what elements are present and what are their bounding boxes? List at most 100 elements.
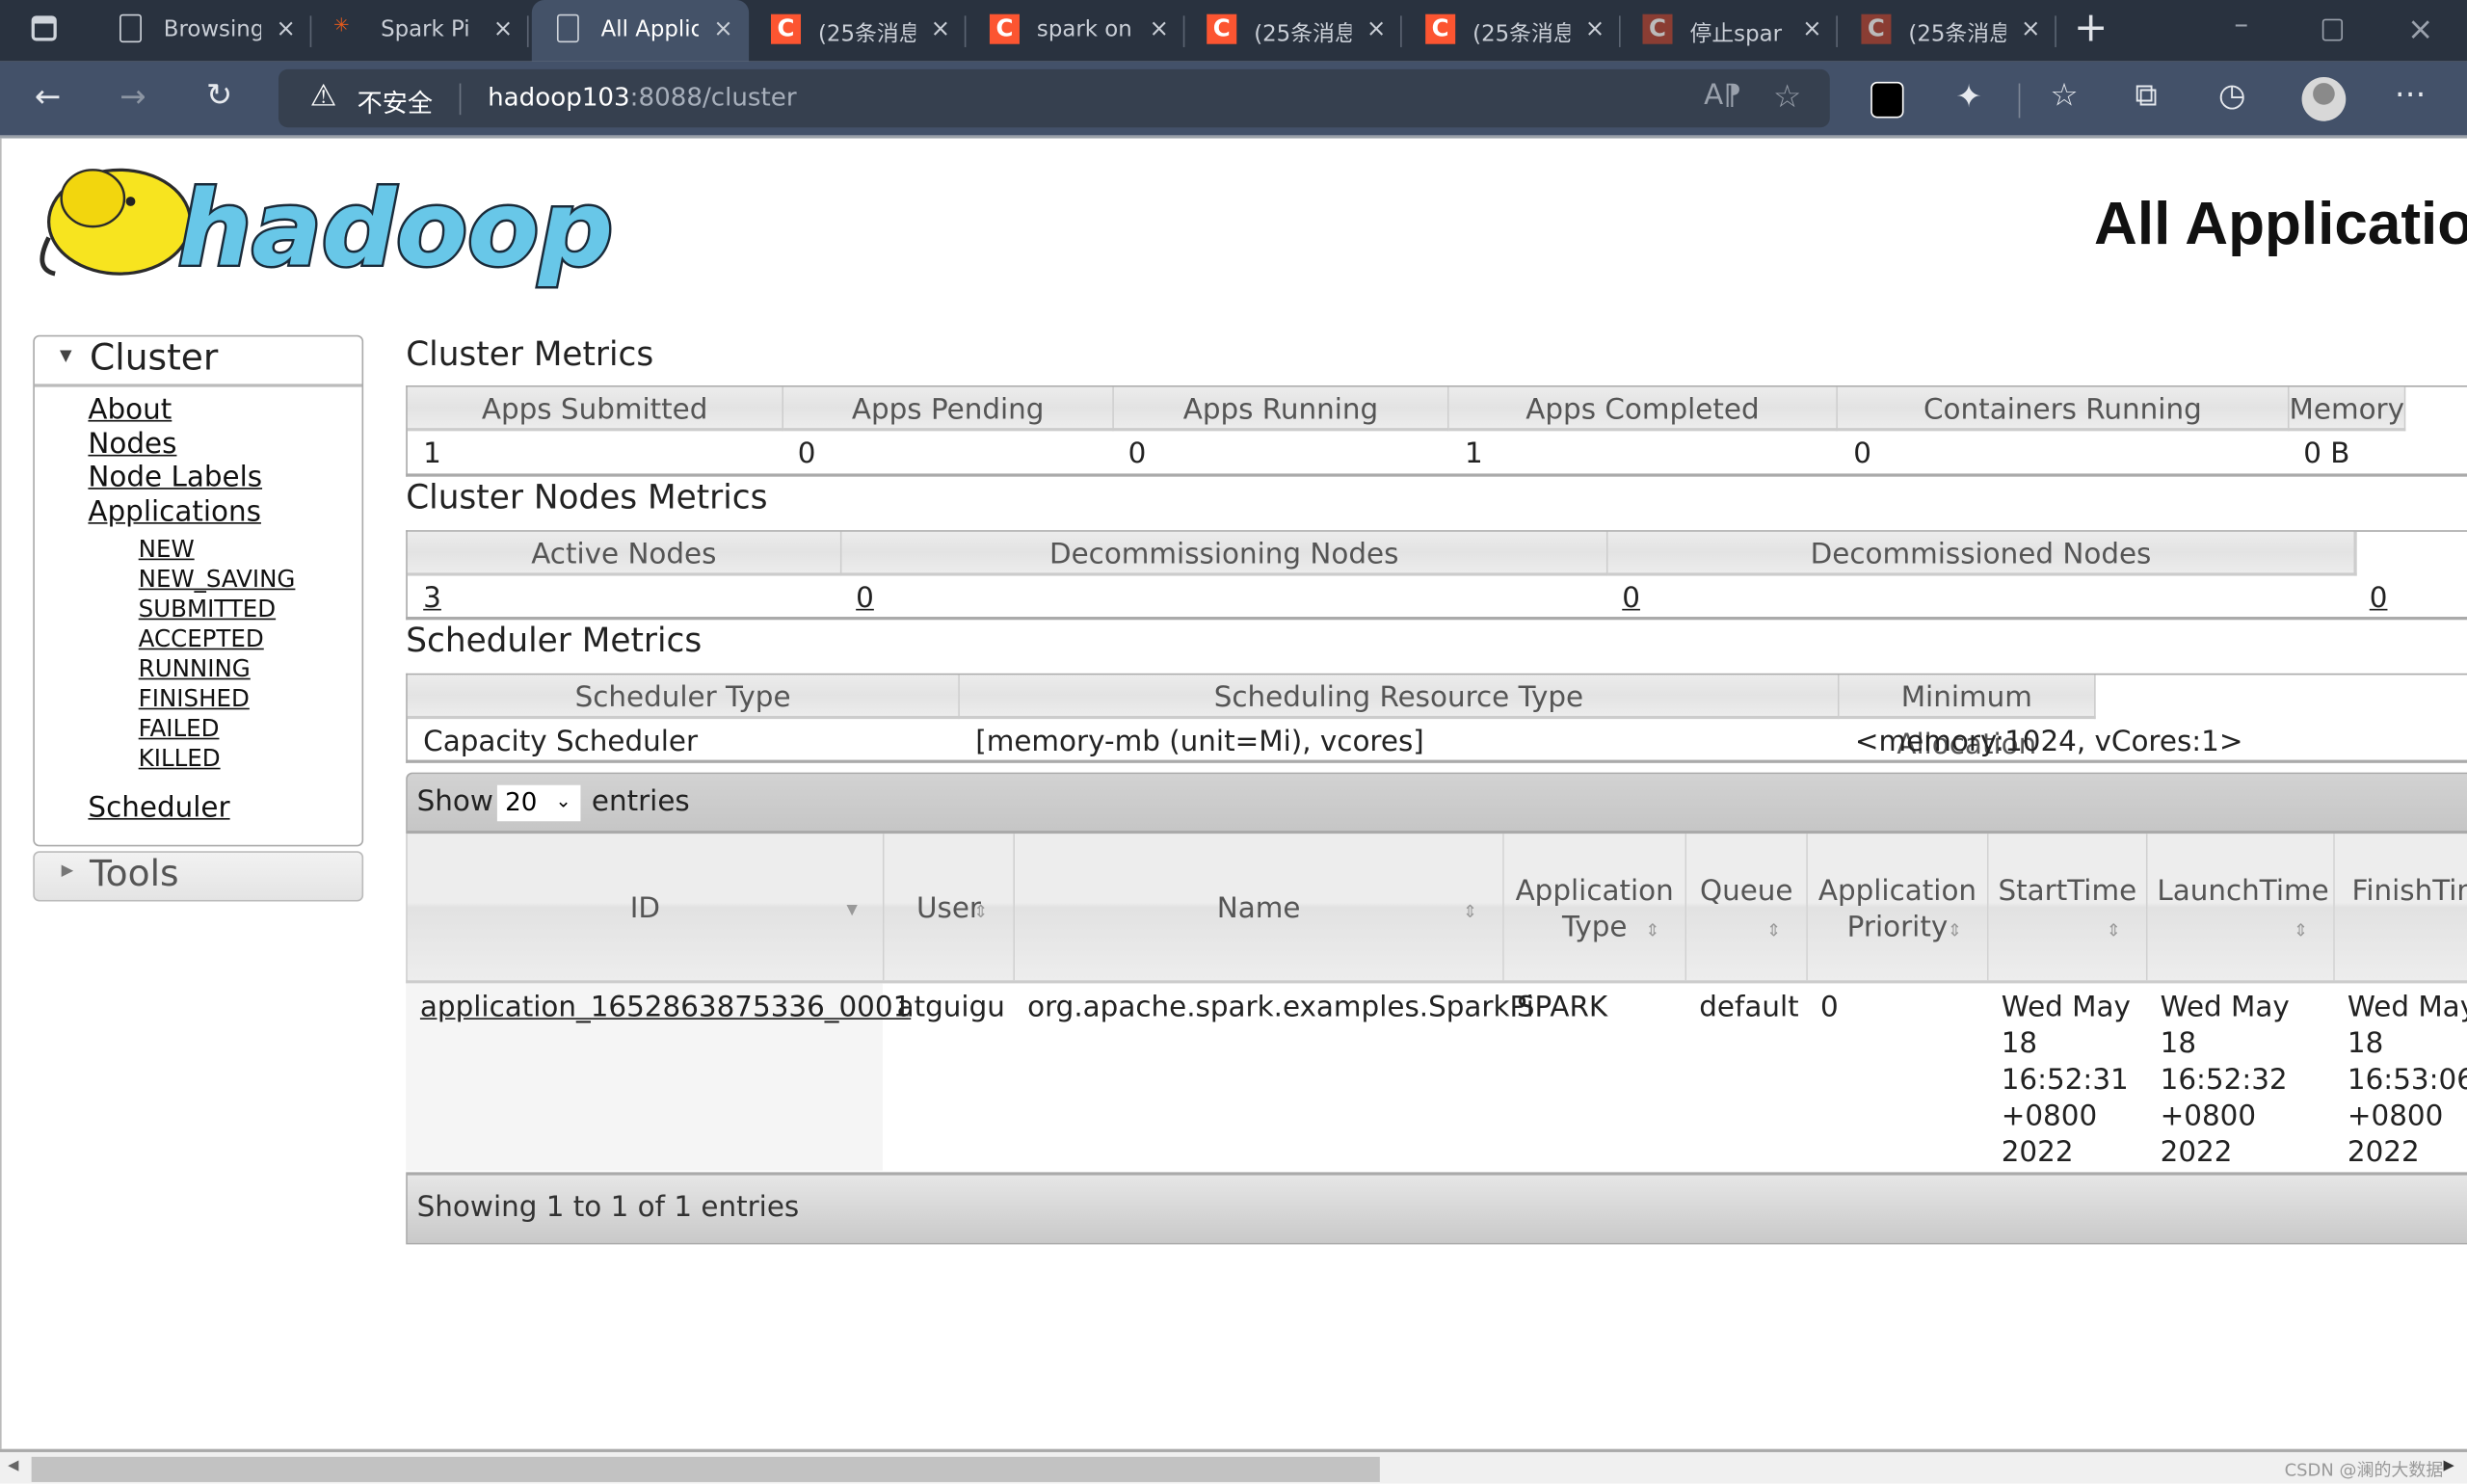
sidebar-link-state-accepted[interactable]: ACCEPTED bbox=[139, 624, 264, 652]
favorites-icon[interactable]: ☆ bbox=[2050, 75, 2078, 113]
security-label[interactable]: 不安全 bbox=[358, 82, 433, 119]
sort-icon[interactable]: ⇕ bbox=[1463, 893, 1477, 930]
tab-2[interactable]: All Applic × bbox=[531, 0, 750, 62]
restore-button[interactable] bbox=[2321, 18, 2344, 41]
sidebar-link-state-failed[interactable]: FAILED bbox=[139, 714, 220, 742]
cluster-header[interactable]: ▼ Cluster bbox=[34, 336, 362, 387]
metric-value-link[interactable]: 0 bbox=[856, 582, 874, 615]
divider bbox=[2018, 83, 2021, 119]
csdn-icon: C bbox=[989, 13, 1020, 44]
address-bar[interactable]: ⚠ 不安全 hadoop103:8088/cluster A⁋ ☆ bbox=[278, 68, 1830, 128]
tab-actions-icon[interactable] bbox=[31, 15, 57, 41]
tab-4[interactable]: Cspark on × bbox=[968, 0, 1185, 62]
sidebar-link-about[interactable]: About bbox=[88, 393, 172, 426]
sort-icon[interactable]: ⇕ bbox=[2294, 913, 2308, 949]
close-tab-icon[interactable]: × bbox=[1150, 14, 1170, 42]
url-host: hadoop103 bbox=[488, 81, 630, 112]
divider bbox=[526, 15, 529, 47]
refresh-icon[interactable]: ↻ bbox=[206, 75, 232, 113]
tab-3[interactable]: C (25条消息 × bbox=[749, 0, 967, 62]
tab-label: spark on bbox=[1036, 16, 1132, 43]
close-tab-icon[interactable]: × bbox=[713, 14, 733, 42]
sidebar-link-state-new_saving[interactable]: NEW_SAVING bbox=[139, 565, 296, 593]
nodes-metrics-title: Cluster Nodes Metrics bbox=[406, 478, 768, 517]
profile-avatar[interactable] bbox=[2301, 76, 2347, 121]
sort-desc-icon[interactable]: ▼ bbox=[846, 893, 857, 930]
warning-icon[interactable]: ⚠ bbox=[310, 79, 337, 114]
tab-0[interactable]: Browsing × bbox=[94, 0, 312, 62]
column-header-id[interactable]: ID ▼ bbox=[407, 834, 885, 981]
sidebar-link-state-submitted[interactable]: SUBMITTED bbox=[139, 595, 276, 623]
close-window-button[interactable]: × bbox=[2407, 10, 2433, 47]
close-tab-icon[interactable]: × bbox=[1585, 14, 1605, 42]
sidebar-link-nodes[interactable]: Nodes bbox=[88, 428, 176, 461]
divider bbox=[1836, 15, 1838, 47]
sidebar-link-scheduler[interactable]: Scheduler bbox=[88, 791, 229, 824]
sidebar-link-state-new[interactable]: NEW bbox=[139, 535, 195, 563]
close-tab-icon[interactable]: × bbox=[2021, 14, 2041, 42]
read-aloud-icon[interactable]: A⁋ bbox=[1704, 79, 1741, 112]
scheduler-metrics-table: Scheduler Type Scheduling Resource Type Mi… bbox=[406, 673, 2467, 763]
tab-6[interactable]: C (25条消息 × bbox=[1403, 0, 1621, 62]
sidebar-link-state-killed[interactable]: KILLED bbox=[139, 744, 221, 772]
sidebar-link-node-labels[interactable]: Node Labels bbox=[88, 461, 262, 493]
table-cell: 0 bbox=[1819, 991, 1839, 1024]
metric-value-link[interactable]: 3 bbox=[423, 582, 441, 615]
column-header-application-type[interactable]: Application Type ⇕ bbox=[1503, 834, 1687, 981]
new-tab-button[interactable]: + bbox=[2074, 5, 2109, 52]
application-id-link[interactable]: application_1652863875336_0001 bbox=[420, 990, 911, 1026]
metric-header: Scheduling Resource Type bbox=[959, 675, 1840, 720]
horizontal-scrollbar[interactable]: ◀ ▶ CSDN @澜的大数据 bbox=[0, 1448, 2467, 1484]
more-icon[interactable]: ⋯ bbox=[2395, 74, 2427, 112]
column-header-queue[interactable]: Queue ⇕ bbox=[1686, 834, 1808, 981]
history-icon[interactable]: ◷ bbox=[2218, 75, 2245, 113]
tab-8[interactable]: C (25条消息 × bbox=[1840, 0, 2056, 62]
forward-icon[interactable]: → bbox=[119, 77, 146, 115]
metric-header: Decommissioning Nodes bbox=[841, 531, 1608, 576]
column-header-finishtime[interactable]: FinishTime⇕ bbox=[2334, 834, 2467, 981]
back-icon[interactable]: ← bbox=[35, 77, 61, 115]
sort-icon[interactable]: ⇕ bbox=[2107, 913, 2121, 949]
extensions-icon[interactable]: ✦ bbox=[1955, 77, 1981, 115]
cluster-label: Cluster bbox=[90, 338, 219, 380]
sidebar-tools[interactable]: ▶ Tools bbox=[33, 851, 364, 902]
sidebar-link-state-running[interactable]: RUNNING bbox=[139, 654, 251, 682]
tab-1[interactable]: ✳ Spark Pi × bbox=[311, 0, 529, 62]
extension-icon[interactable] bbox=[1870, 81, 1904, 119]
entries-label: entries bbox=[591, 784, 690, 818]
collections-icon[interactable]: ⧉ bbox=[2135, 75, 2158, 113]
column-header-launchtime[interactable]: LaunchTime ⇕ bbox=[2147, 834, 2335, 981]
metric-value: 0 bbox=[797, 437, 816, 471]
url-text[interactable]: hadoop103:8088/cluster bbox=[488, 82, 796, 112]
metric-header: Active Nodes bbox=[407, 531, 842, 576]
metric-value-link[interactable]: 0 bbox=[2370, 582, 2388, 615]
sort-icon[interactable]: ⇕ bbox=[973, 893, 988, 930]
column-header-starttime[interactable]: StartTime ⇕ bbox=[1988, 834, 2148, 981]
close-tab-icon[interactable]: × bbox=[1366, 14, 1387, 42]
column-header-name[interactable]: Name ⇕ bbox=[1015, 834, 1504, 981]
column-header-application-priority[interactable]: Application Priority ⇕ bbox=[1807, 834, 1989, 981]
metric-value-link[interactable]: 0 bbox=[1622, 582, 1640, 615]
sidebar-link-state-finished[interactable]: FINISHED bbox=[139, 684, 250, 712]
scrollbar-thumb[interactable] bbox=[31, 1456, 1380, 1482]
sort-icon[interactable]: ⇕ bbox=[1645, 913, 1659, 949]
sidebar-link-applications[interactable]: Applications bbox=[88, 495, 261, 528]
tab-label: (25条消息 bbox=[1908, 21, 2006, 47]
add-favorite-icon[interactable]: ☆ bbox=[1773, 77, 1801, 115]
scroll-left-icon[interactable]: ◀ bbox=[8, 1458, 18, 1473]
tab-label: 停止spar bbox=[1689, 21, 1783, 47]
scroll-right-icon[interactable]: ▶ bbox=[2444, 1458, 2454, 1473]
close-tab-icon[interactable]: × bbox=[493, 14, 514, 42]
sort-icon[interactable]: ⇕ bbox=[1766, 913, 1781, 949]
metric-value: 1 bbox=[1464, 437, 1483, 471]
close-tab-icon[interactable]: × bbox=[1802, 14, 1822, 42]
close-tab-icon[interactable]: × bbox=[931, 14, 951, 42]
tab-label: (25条消息 bbox=[817, 21, 916, 47]
page-size-select[interactable]: 20 ⌄ bbox=[496, 784, 581, 822]
sort-icon[interactable]: ⇕ bbox=[1948, 913, 1962, 949]
close-tab-icon[interactable]: × bbox=[276, 14, 296, 42]
minimize-button[interactable]: – bbox=[2234, 8, 2248, 40]
tab-7[interactable]: C 停止spar × bbox=[1621, 0, 1838, 62]
column-header-user[interactable]: User ⇕ bbox=[884, 834, 1016, 981]
tab-5[interactable]: C (25条消息 × bbox=[1184, 0, 1402, 62]
